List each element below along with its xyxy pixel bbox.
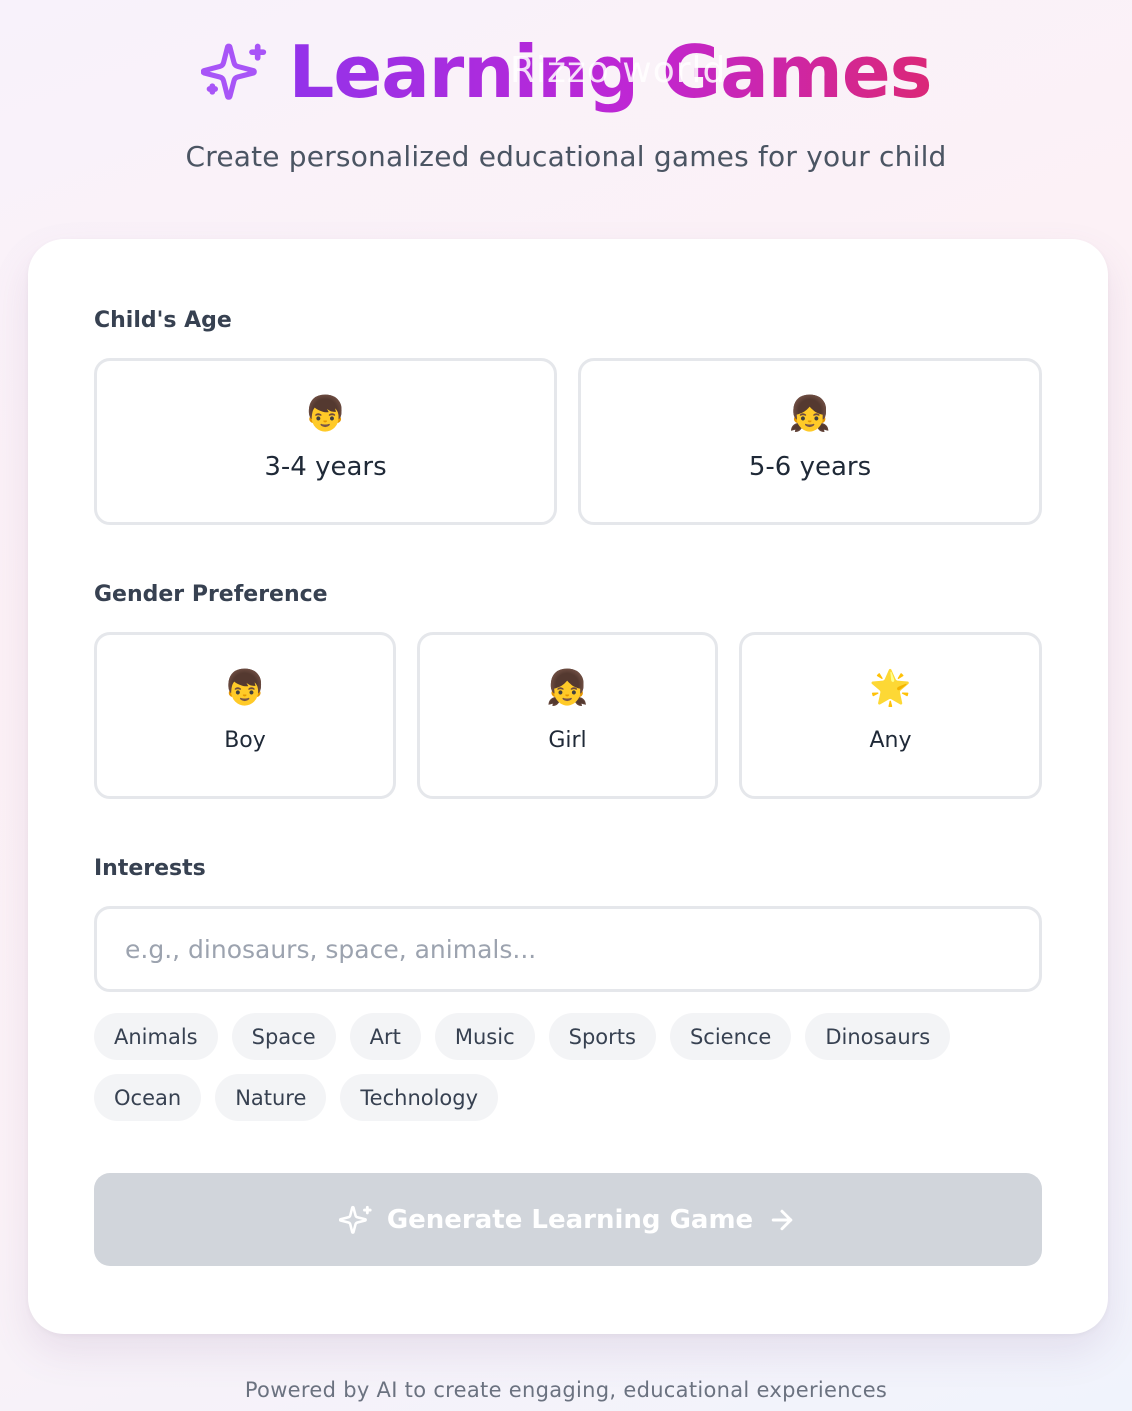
age-section-label: Child's Age <box>94 308 232 333</box>
game-settings-card: Child's Age 👦 3-4 years 👧 5-6 years Gend… <box>28 239 1108 1334</box>
star-emoji-icon: 🌟 <box>869 668 912 708</box>
gender-option-label: Boy <box>224 728 266 753</box>
generate-button-label: Generate Learning Game <box>386 1204 754 1235</box>
chip-music[interactable]: Music <box>434 1013 535 1060</box>
generate-game-button[interactable]: Generate Learning Game <box>94 1173 1042 1266</box>
gender-option-label: Any <box>869 728 912 753</box>
header: Learning Games Rizzo world Create person… <box>0 0 1132 230</box>
sparkles-icon <box>200 38 269 106</box>
boy-emoji-icon: 👦 <box>304 394 347 434</box>
gender-option-girl[interactable]: 👧 Girl <box>417 632 718 799</box>
chip-nature[interactable]: Nature <box>215 1074 327 1121</box>
chip-ocean[interactable]: Ocean <box>94 1074 202 1121</box>
sparkles-icon <box>338 1203 373 1237</box>
girl-emoji-icon: 👧 <box>546 668 589 708</box>
boy-emoji-icon: 👦 <box>223 668 267 708</box>
chip-science[interactable]: Science <box>669 1013 792 1060</box>
page-subtitle: Create personalized educational games fo… <box>185 140 947 173</box>
chip-sports[interactable]: Sports <box>548 1013 656 1060</box>
arrow-right-icon <box>767 1205 797 1235</box>
age-option-3-4[interactable]: 👦 3-4 years <box>94 358 557 525</box>
age-option-5-6[interactable]: 👧 5-6 years <box>578 358 1042 525</box>
chip-animals[interactable]: Animals <box>94 1013 218 1060</box>
interests-section-label: Interests <box>94 856 206 881</box>
interests-input[interactable] <box>94 906 1042 992</box>
gender-option-boy[interactable]: 👦 Boy <box>94 632 396 799</box>
age-option-label: 3-4 years <box>264 452 387 482</box>
gender-section-label: Gender Preference <box>94 582 328 607</box>
watermark: Rizzo world <box>510 50 727 91</box>
interest-chips: Animals Space Art Music Sports Science D… <box>94 1013 1042 1121</box>
gender-option-any[interactable]: 🌟 Any <box>739 632 1042 799</box>
gender-option-label: Girl <box>548 728 587 753</box>
chip-space[interactable]: Space <box>231 1013 336 1060</box>
chip-technology[interactable]: Technology <box>340 1074 499 1121</box>
footer-text: Powered by AI to create engaging, educat… <box>244 1378 888 1402</box>
age-option-label: 5-6 years <box>748 452 872 482</box>
chip-dinosaurs[interactable]: Dinosaurs <box>805 1013 951 1060</box>
chip-art[interactable]: Art <box>349 1013 421 1060</box>
girl-emoji-icon: 👧 <box>788 394 832 434</box>
